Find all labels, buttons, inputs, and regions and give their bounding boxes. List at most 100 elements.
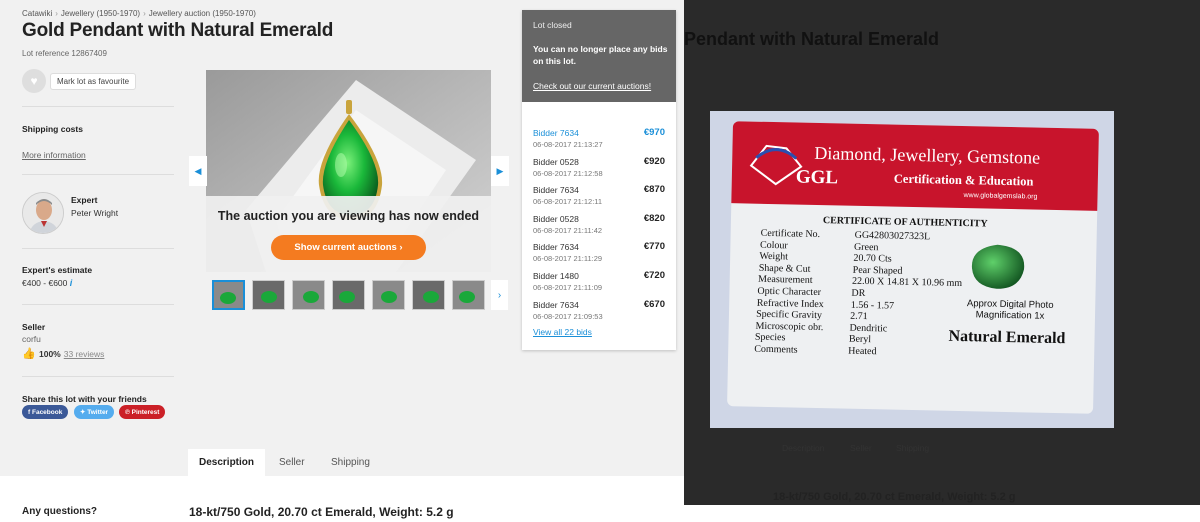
tab-seller[interactable]: Seller [268,449,316,476]
bidder-name: Bidder 7634 [533,128,579,138]
divider [22,304,174,305]
certificate-field-label: Specific Gravity [756,308,823,322]
pinterest-label: Pinterest [131,408,160,416]
facebook-label: Facebook [31,408,63,416]
twitter-label: Twitter [87,408,109,416]
gallery-thumbnail[interactable] [372,280,405,310]
background-tab-description: Description [782,443,825,453]
certificate-screenshot: Pendant with Natural Emerald Description… [684,0,1200,522]
reviews-link[interactable]: 33 reviews [64,349,105,359]
gallery-thumbnail[interactable] [292,280,325,310]
thumbnails-next-button[interactable]: › [491,280,508,310]
bid-amount: €870 [643,184,665,196]
certificate-subtitle: Certification & Education [893,171,1034,189]
certificate-field-value: Beryl [848,334,872,346]
tab-description[interactable]: Description [188,449,266,476]
gallery-thumbnail[interactable] [212,280,245,310]
gallery-thumbnail[interactable] [452,280,485,310]
bid-amount: €670 [643,298,665,310]
emerald-thumbnail-icon [373,281,404,309]
divider [22,106,174,107]
certificate-field-label: Refractive Index [756,297,824,310]
pinterest-icon: ℗ [125,408,132,416]
bid-time: 06-08-2017 21:11:09 [533,283,603,292]
lot-closed-message: You can no longer place any bids on this… [533,44,668,66]
bidder-name: Bidder 7634 [533,299,579,310]
certificate-field-label: Species [754,332,786,344]
chevron-left-icon: ◀ [194,165,202,176]
certificate-field-value: 2.71 [850,310,868,323]
shipping-more-info-link[interactable]: More information [22,150,86,160]
certificate-field-label: Shape & Cut [758,262,811,275]
chevron-right-icon: ▶ [496,165,504,176]
photo-note: Approx Digital Photo Magnification 1x [966,298,1054,322]
certificate-field-value: Heated [848,345,877,358]
bid-amount: €970 [643,127,665,138]
bidder-name: Bidder 0528 [533,213,579,224]
bid-amount: €820 [643,212,665,224]
facebook-share-button[interactable]: f Facebook [22,405,69,419]
breadcrumb: Catawiki › Jewellery (1950-1970) › Jewellery… [22,9,256,18]
breadcrumb-auction[interactable]: Jewellery auction (1950-1970) [149,9,256,18]
seller-rating: 100% 33 reviews [39,349,104,359]
view-all-bids-link[interactable]: View all 22 bids [533,327,592,337]
share-heading: Share this lot with your friends [22,394,147,404]
background-title: Pendant with Natural Emerald [684,29,940,49]
breadcrumb-separator: › [55,9,58,18]
screenshot-composite: Catawiki › Jewellery (1950-1970) › Jewellery… [0,0,1200,522]
emerald-thumbnail-icon [214,282,243,308]
shipping-heading: Shipping costs [22,124,83,134]
certificate-field-label: Weight [759,250,789,263]
twitter-share-button[interactable]: ✦ Twitter [74,405,115,419]
lot-status-box: Lot closed You can no longer place any b… [522,10,676,102]
certificate-field-label: Certificate No. [760,227,821,241]
emerald-thumbnail-icon [253,281,284,309]
seller-name-link[interactable]: corfu [22,334,41,344]
gallery-thumbnail[interactable] [332,280,365,310]
lot-description: 18-kt/750 Gold, 20.70 ct Emerald, Weight… [189,505,454,519]
bid-time: 06-08-2017 21:11:29 [533,254,603,264]
certificate-image: Diamond, Jewellery, Gemstone GGL Certifi… [710,111,1114,428]
certificate-website: www.globalgemslab.org [963,192,1038,201]
certificate-field-value: Pear Shaped [852,264,903,277]
certificate-heading: CERTIFICATE OF AUTHENTICITY [822,215,988,230]
certificate-field-value: 20.70 Cts [853,252,892,265]
expert-heading: Expert [71,195,98,205]
certificate-field-label: Optic Character [757,285,822,299]
heart-icon[interactable]: ♥ [22,69,46,93]
certificate-field-value: 22.00 X 14.81 X 10.96 mm [851,276,963,290]
chevron-right-icon: › [497,289,502,301]
bidder-name: Bidder 1480 [533,271,579,281]
tab-shipping[interactable]: Shipping [320,449,381,476]
gallery-prev-button[interactable]: ◀ [189,156,207,186]
expert-name: Peter Wright [71,208,119,218]
bid-time: 06-08-2017 21:13:27 [533,140,603,149]
info-icon[interactable]: i [70,278,73,288]
pinterest-share-button[interactable]: ℗ Pinterest [119,405,166,419]
certificate-field-value: DR [851,287,866,300]
show-current-auctions-button[interactable]: Show current auctions › [271,235,426,260]
certificate-field-value: Dendritic [849,322,888,335]
gallery-thumbnail[interactable] [412,280,445,310]
auction-ended-message: The auction you are viewing has now ende… [217,209,480,223]
auction-ended-overlay [206,196,491,272]
certificate-card: Diamond, Jewellery, Gemstone GGL Certifi… [727,121,1099,414]
gallery-thumbnail[interactable] [252,280,285,310]
twitter-icon: ✦ [80,409,88,416]
breadcrumb-category[interactable]: Jewellery (1950-1970) [61,9,140,18]
bid-time: 06-08-2017 21:12:58 [533,168,603,178]
lot-reference: Lot reference 12867409 [22,49,107,58]
gallery-next-button[interactable]: ▶ [491,156,509,186]
current-auctions-link[interactable]: Check out our current auctions! [533,81,651,91]
bid-time: 06-08-2017 21:11:42 [533,225,603,235]
bidder-name: Bidder 7634 [533,185,579,196]
certificate-header: Diamond, Jewellery, Gemstone GGL Certifi… [731,121,1099,211]
certificate-field-label: Measurement [757,274,813,287]
thumbs-up-icon: 👍 [22,348,36,360]
background-tab-seller: Seller [850,443,872,453]
bid-amount: €720 [643,270,665,281]
mark-favourite-button[interactable]: Mark lot as favourite [50,73,137,90]
breadcrumb-home[interactable]: Catawiki [22,9,52,18]
expert-avatar [22,192,64,234]
certificate-brand: GGL [795,166,839,189]
